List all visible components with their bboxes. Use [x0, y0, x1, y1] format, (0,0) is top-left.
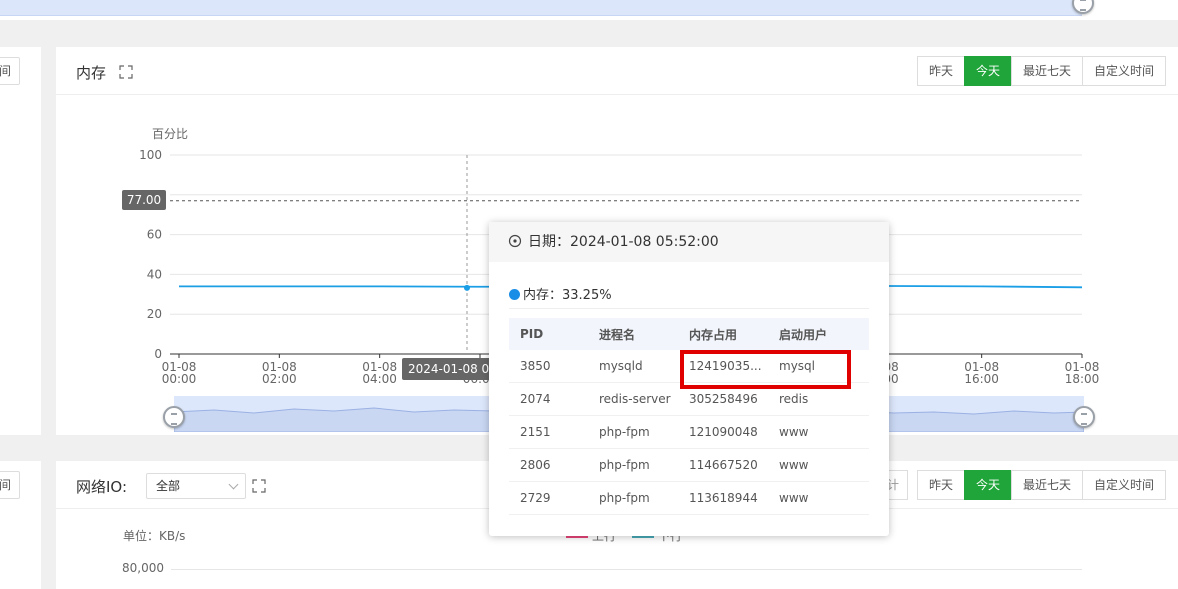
cell-process: php-fpm	[599, 491, 650, 505]
cell-process: php-fpm	[599, 425, 650, 439]
network-gridline	[171, 569, 1082, 570]
x-tick-label: 04:00	[362, 372, 397, 386]
network-y-top-label: 80,000	[122, 561, 164, 575]
cell-user: www	[779, 425, 809, 439]
table-row: 2806 php-fpm 114667520 www	[509, 449, 869, 482]
tooltip-divider	[509, 308, 869, 309]
y-tick-label: 0	[154, 347, 162, 361]
cell-process: php-fpm	[599, 458, 650, 472]
y-tick-label: 60	[147, 228, 162, 242]
table-header: PID 进程名 内存占用 启动用户	[509, 318, 869, 350]
col-user: 启动用户	[779, 327, 828, 342]
col-pid: PID	[520, 327, 544, 341]
cell-memory: 114667520	[689, 458, 758, 472]
process-table: PID 进程名 内存占用 启动用户 3850 mysqld 12419035..…	[509, 318, 869, 515]
x-tick-label: 16:00	[964, 372, 999, 386]
range-yesterday-button[interactable]: 昨天	[917, 470, 966, 500]
network-select-value: 全部	[156, 479, 181, 493]
clock-icon	[508, 234, 522, 248]
x-tick-label: 00:00	[162, 372, 197, 386]
y-tick-label: 40	[147, 267, 162, 281]
left-custom-time-button-2[interactable]: 间	[0, 471, 20, 499]
range-last7days-button[interactable]: 最近七天	[1011, 470, 1084, 500]
y-tick-label: 100	[139, 148, 162, 162]
highlight-box	[680, 350, 851, 389]
range-today-button[interactable]: 今天	[964, 470, 1013, 500]
network-unit-label: 单位：KB/s	[123, 529, 186, 543]
tooltip-date: 日期：2024-01-08 05:52:00	[528, 234, 719, 250]
cell-user: www	[779, 458, 809, 472]
cell-pid: 2729	[520, 491, 551, 505]
y-tick-label: 20	[147, 307, 162, 321]
series-dot-icon	[509, 289, 520, 300]
col-process: 进程名	[599, 327, 636, 342]
left-panel-bottom: 间	[0, 461, 41, 589]
zoom-handle-right[interactable]	[1073, 406, 1095, 428]
cell-pid: 3850	[520, 359, 551, 373]
tooltip-header: 日期：2024-01-08 05:52:00	[489, 222, 889, 262]
series-point	[464, 284, 470, 291]
chevron-down-icon	[228, 479, 239, 490]
range-custom-button[interactable]: 自定义时间	[1082, 470, 1167, 500]
cell-process: mysqld	[599, 359, 643, 373]
fullscreen-icon[interactable]	[252, 479, 266, 493]
cell-pid: 2151	[520, 425, 551, 439]
col-memory: 内存占用	[689, 327, 738, 342]
cell-memory: 305258496	[689, 392, 758, 406]
x-tick-label: 18:00	[1065, 372, 1100, 386]
cell-user: redis	[779, 392, 809, 406]
chart-tooltip: 日期：2024-01-08 05:52:00 内存：33.25% PID 进程名…	[489, 222, 889, 536]
network-panel-title: 网络IO:	[76, 478, 128, 496]
cell-process: redis-server	[599, 392, 671, 406]
zoom-handle-left[interactable]	[163, 406, 185, 428]
table-row: 2151 php-fpm 121090048 www	[509, 416, 869, 449]
cell-memory: 113618944	[689, 491, 758, 505]
x-tick-label: 02:00	[262, 372, 297, 386]
table-row: 2729 php-fpm 113618944 www	[509, 482, 869, 515]
cell-pid: 2074	[520, 392, 551, 406]
tooltip-memory-value: 内存：33.25%	[523, 288, 612, 303]
network-interface-select[interactable]: 全部	[146, 473, 246, 499]
tooltip-series: 内存：33.25%	[509, 284, 612, 303]
cell-user: www	[779, 491, 809, 505]
cell-pid: 2806	[520, 458, 551, 472]
markline-label: 77.00	[122, 190, 166, 210]
cell-memory: 121090048	[689, 425, 758, 439]
network-range-buttons: 昨天 今天 最近七天 自定义时间	[917, 470, 1167, 500]
